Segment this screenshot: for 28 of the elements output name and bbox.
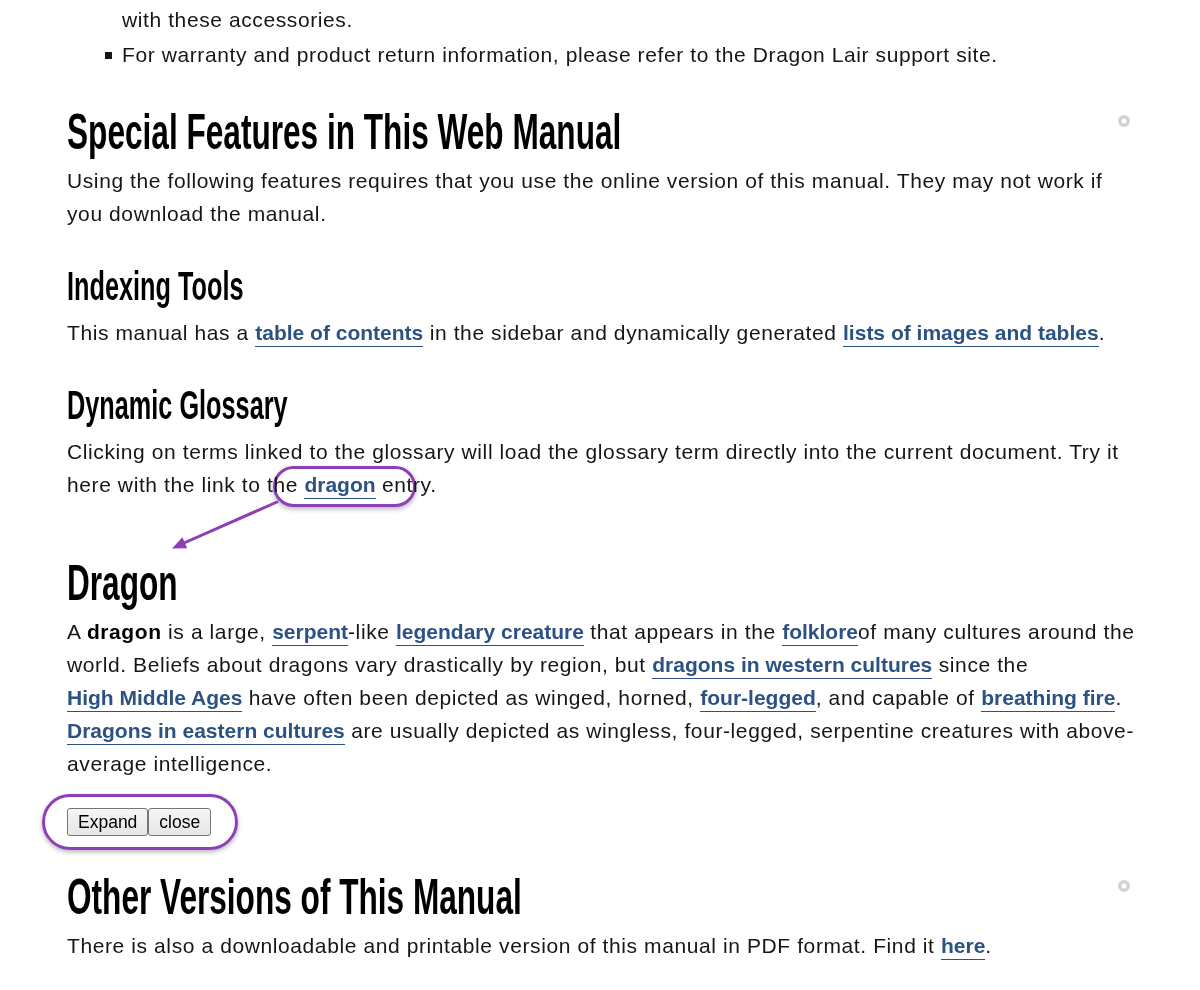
link[interactable]: folklore	[782, 620, 858, 646]
ring-icon	[1118, 115, 1130, 127]
link[interactable]: serpent	[272, 620, 349, 646]
list-item-text: with these accessories.	[122, 7, 353, 33]
heading: Dragon	[67, 558, 178, 608]
heading: Special Features in This Web Manual	[67, 107, 622, 157]
link[interactable]: dragon	[304, 473, 376, 499]
link[interactable]: table of contents	[255, 321, 424, 347]
expand-button[interactable]: Expand	[67, 808, 149, 836]
link[interactable]: breathing fire	[981, 686, 1116, 712]
link[interactable]: Dragons in eastern cultures	[67, 719, 345, 745]
link[interactable]: dragons in western cultures	[652, 653, 933, 679]
ring-icon	[1118, 880, 1130, 892]
link[interactable]: legendary creature	[396, 620, 584, 646]
link[interactable]: High Middle Ages	[67, 686, 243, 712]
link[interactable]: lists of images and tables	[843, 321, 1099, 347]
heading: Dynamic Glossary	[67, 385, 288, 425]
paragraph: This manual has a table of contents in the sidebar and dynamically generated lists of images and tables.	[67, 316, 1138, 349]
heading: Indexing Tools	[67, 266, 244, 306]
bullet-icon	[105, 51, 112, 59]
close-button[interactable]: close	[148, 808, 212, 836]
paragraph: Using the following features requires that you use the online version of this manual. They may not work if you download the manual.	[67, 168, 1104, 227]
link[interactable]: four-legged	[700, 686, 816, 712]
paragraph: There is also a downloadable and printable version of this manual in PDF format. Find it here.	[67, 929, 1138, 962]
heading: Other Versions of This Manual	[67, 872, 522, 922]
list-item-text: For warranty and product return information, please refer to the Dragon Lair support site.	[122, 42, 998, 68]
link[interactable]: here	[941, 934, 986, 960]
paragraph: A dragon is a large, serpent-like legendary creature that appears in the folkloreof many cultures around the world. Beliefs about dragons vary drastically by region, but dragons in western cultures since the High Middle Ages have often been depicted as winged, horned, four-legged, and capable of breathing fire. Dragons in eastern cultures are usually depicted as wingless, four-legged, serpentine creatures with above-average intelligence.	[67, 619, 1136, 777]
